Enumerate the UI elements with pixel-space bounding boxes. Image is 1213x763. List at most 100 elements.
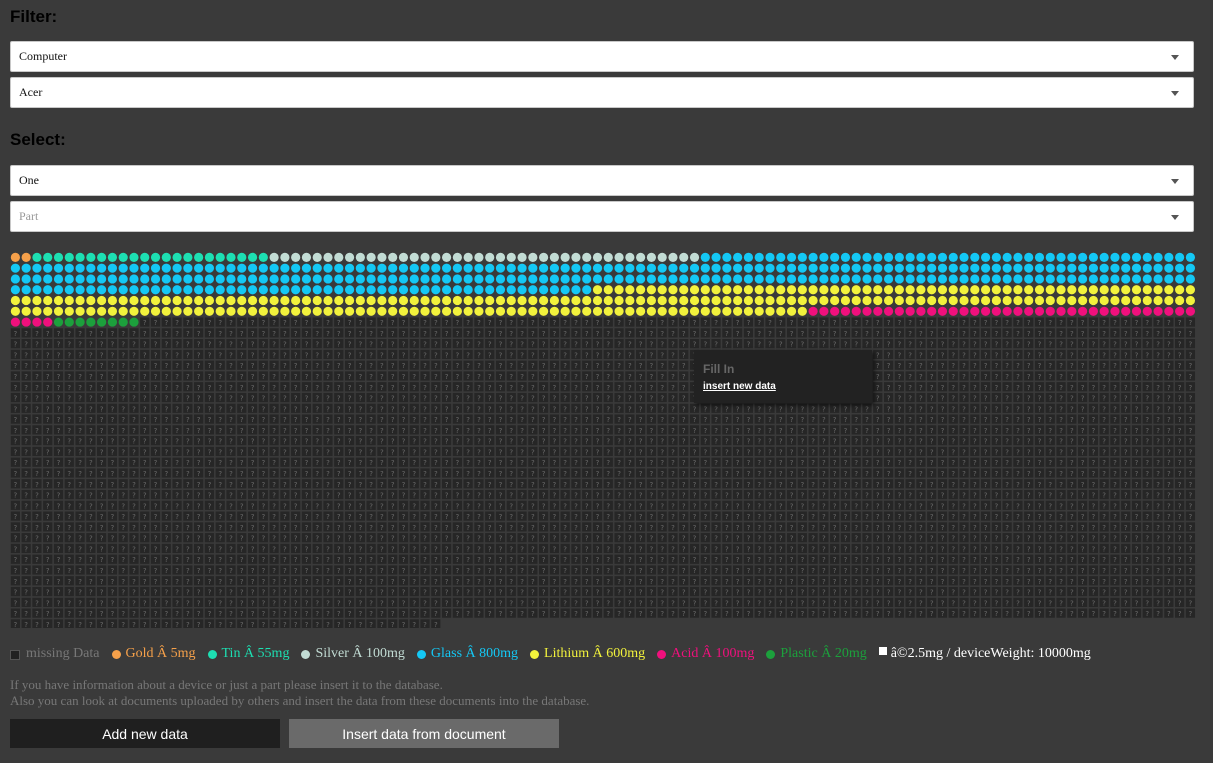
missing-data-cell[interactable]: ?: [463, 360, 473, 371]
missing-data-cell[interactable]: ?: [797, 533, 807, 543]
missing-data-cell[interactable]: ?: [194, 457, 204, 468]
missing-data-cell[interactable]: ?: [679, 565, 689, 575]
missing-data-cell[interactable]: ?: [959, 533, 969, 543]
missing-data-cell[interactable]: ?: [344, 360, 355, 371]
missing-data-cell[interactable]: ?: [226, 468, 236, 478]
missing-data-cell[interactable]: ?: [323, 349, 333, 360]
missing-data-cell[interactable]: ?: [603, 608, 613, 619]
missing-data-cell[interactable]: ?: [431, 586, 441, 597]
missing-data-cell[interactable]: ?: [140, 543, 150, 554]
missing-data-cell[interactable]: ?: [1131, 403, 1142, 414]
missing-data-cell[interactable]: ?: [485, 597, 495, 608]
missing-data-cell[interactable]: ?: [582, 339, 592, 349]
missing-data-cell[interactable]: ?: [474, 436, 484, 446]
missing-data-cell[interactable]: ?: [161, 619, 171, 628]
missing-data-cell[interactable]: ?: [247, 511, 258, 522]
missing-data-cell[interactable]: ?: [10, 533, 20, 543]
missing-data-cell[interactable]: ?: [334, 479, 344, 489]
missing-data-cell[interactable]: ?: [1002, 360, 1012, 371]
missing-data-cell[interactable]: ?: [1034, 489, 1045, 500]
missing-data-cell[interactable]: ?: [819, 339, 829, 349]
missing-data-cell[interactable]: ?: [226, 339, 236, 349]
missing-data-cell[interactable]: ?: [452, 500, 462, 511]
missing-data-cell[interactable]: ?: [1185, 392, 1196, 403]
missing-data-cell[interactable]: ?: [409, 425, 419, 435]
missing-data-cell[interactable]: ?: [1067, 360, 1077, 371]
missing-data-cell[interactable]: ?: [398, 565, 409, 575]
missing-data-cell[interactable]: ?: [700, 425, 710, 435]
missing-data-cell[interactable]: ?: [916, 360, 926, 371]
missing-data-cell[interactable]: ?: [1164, 533, 1174, 543]
missing-data-cell[interactable]: ?: [420, 349, 430, 360]
missing-data-cell[interactable]: ?: [118, 533, 128, 543]
missing-data-cell[interactable]: ?: [398, 543, 409, 554]
missing-data-cell[interactable]: ?: [75, 565, 85, 575]
missing-data-cell[interactable]: ?: [1088, 436, 1098, 446]
missing-data-cell[interactable]: ?: [819, 500, 829, 511]
missing-data-cell[interactable]: ?: [1175, 457, 1185, 468]
missing-data-cell[interactable]: ?: [560, 317, 570, 327]
missing-data-cell[interactable]: ?: [75, 457, 85, 468]
missing-data-cell[interactable]: ?: [722, 436, 732, 446]
missing-data-cell[interactable]: ?: [1110, 328, 1120, 338]
missing-data-cell[interactable]: ?: [215, 533, 225, 543]
missing-data-cell[interactable]: ?: [291, 349, 301, 360]
missing-data-cell[interactable]: ?: [366, 597, 376, 608]
missing-data-cell[interactable]: ?: [452, 554, 462, 565]
missing-data-cell[interactable]: ?: [161, 608, 171, 619]
missing-data-cell[interactable]: ?: [862, 339, 872, 349]
missing-data-cell[interactable]: ?: [388, 425, 398, 435]
missing-data-cell[interactable]: ?: [733, 425, 743, 435]
missing-data-cell[interactable]: ?: [959, 468, 969, 478]
missing-data-cell[interactable]: ?: [75, 371, 85, 381]
missing-data-cell[interactable]: ?: [765, 436, 775, 446]
missing-data-cell[interactable]: ?: [312, 554, 322, 565]
missing-data-cell[interactable]: ?: [980, 489, 991, 500]
missing-data-cell[interactable]: ?: [560, 328, 570, 338]
missing-data-cell[interactable]: ?: [830, 339, 840, 349]
missing-data-cell[interactable]: ?: [21, 511, 31, 522]
missing-data-cell[interactable]: ?: [614, 511, 624, 522]
missing-data-cell[interactable]: ?: [1056, 468, 1066, 478]
missing-data-cell[interactable]: ?: [1088, 403, 1098, 414]
missing-data-cell[interactable]: ?: [614, 425, 624, 435]
missing-data-cell[interactable]: ?: [592, 339, 603, 349]
missing-data-cell[interactable]: ?: [161, 543, 171, 554]
missing-data-cell[interactable]: ?: [830, 489, 840, 500]
missing-data-cell[interactable]: ?: [980, 543, 991, 554]
missing-data-cell[interactable]: ?: [129, 597, 139, 608]
missing-data-cell[interactable]: ?: [409, 457, 419, 468]
missing-data-cell[interactable]: ?: [991, 382, 1001, 392]
missing-data-cell[interactable]: ?: [312, 619, 322, 628]
missing-data-cell[interactable]: ?: [1045, 349, 1055, 360]
missing-data-cell[interactable]: ?: [194, 533, 204, 543]
missing-data-cell[interactable]: ?: [301, 533, 312, 543]
missing-data-cell[interactable]: ?: [1088, 468, 1098, 478]
missing-data-cell[interactable]: ?: [398, 586, 409, 597]
missing-data-cell[interactable]: ?: [1131, 371, 1142, 381]
missing-data-cell[interactable]: ?: [388, 543, 398, 554]
missing-data-cell[interactable]: ?: [10, 436, 20, 446]
missing-data-cell[interactable]: ?: [366, 576, 376, 586]
missing-data-cell[interactable]: ?: [797, 586, 807, 597]
missing-data-cell[interactable]: ?: [237, 425, 247, 435]
missing-data-cell[interactable]: ?: [959, 360, 969, 371]
missing-data-cell[interactable]: ?: [765, 543, 775, 554]
missing-data-cell[interactable]: ?: [916, 522, 926, 532]
missing-data-cell[interactable]: ?: [420, 468, 430, 478]
missing-data-cell[interactable]: ?: [582, 468, 592, 478]
missing-data-cell[interactable]: ?: [948, 533, 958, 543]
missing-data-cell[interactable]: ?: [776, 317, 786, 327]
missing-data-cell[interactable]: ?: [97, 425, 107, 435]
missing-data-cell[interactable]: ?: [916, 436, 926, 446]
missing-data-cell[interactable]: ?: [269, 489, 279, 500]
missing-data-cell[interactable]: ?: [215, 371, 225, 381]
missing-data-cell[interactable]: ?: [474, 554, 484, 565]
missing-data-cell[interactable]: ?: [506, 468, 516, 478]
missing-data-cell[interactable]: ?: [862, 403, 872, 414]
missing-data-cell[interactable]: ?: [970, 511, 980, 522]
missing-data-cell[interactable]: ?: [1088, 339, 1098, 349]
missing-data-cell[interactable]: ?: [129, 511, 139, 522]
missing-data-cell[interactable]: ?: [582, 597, 592, 608]
missing-data-cell[interactable]: ?: [625, 576, 635, 586]
